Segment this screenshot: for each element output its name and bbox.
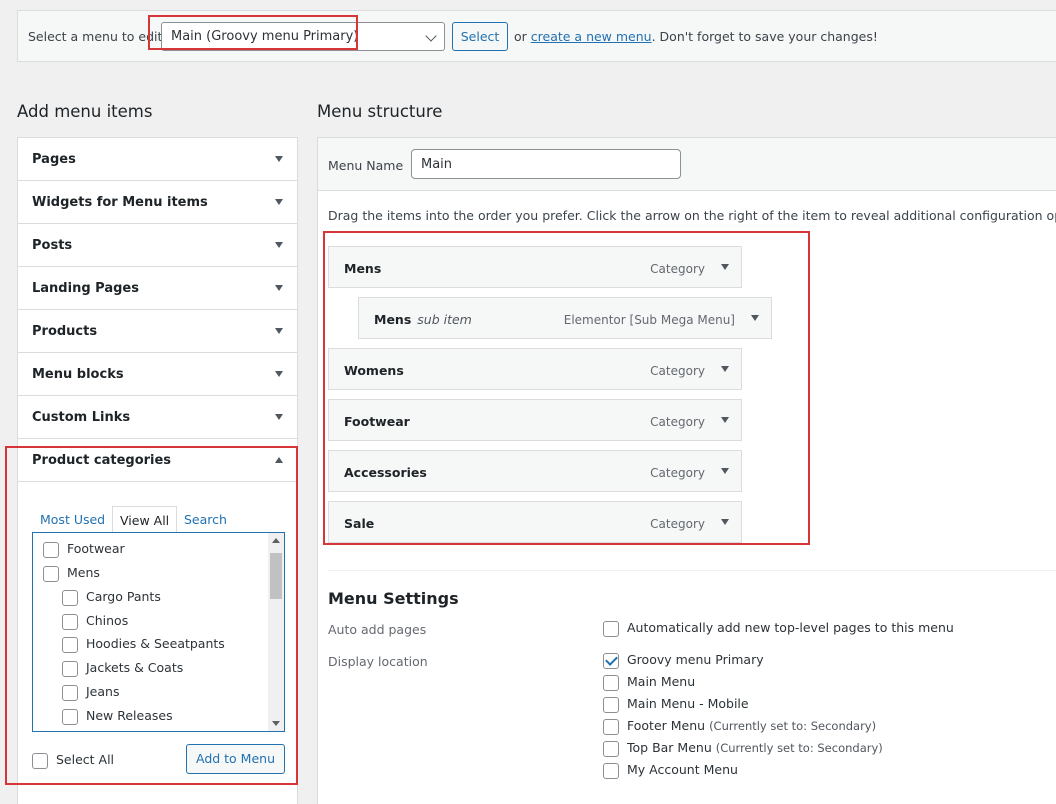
accordion-label: Pages [32, 152, 76, 167]
accordion-pages[interactable]: Pages [18, 138, 297, 181]
caret-down-icon [275, 285, 283, 291]
accordion-label: Widgets for Menu items [32, 195, 208, 210]
location-note: (Currently set to: Secondary) [709, 719, 877, 733]
accordion-widgets[interactable]: Widgets for Menu items [18, 181, 297, 224]
location-checkbox[interactable] [603, 718, 619, 735]
location-option[interactable]: Groovy menu Primary [603, 652, 764, 669]
accordion-label: Posts [32, 238, 73, 253]
location-option[interactable]: Top Bar Menu (Currently set to: Secondar… [603, 740, 883, 757]
menu-settings-title: Menu Settings [328, 589, 459, 608]
accordion-landing-pages[interactable]: Landing Pages [18, 267, 297, 310]
auto-add-option[interactable]: Automatically add new top-level pages to… [603, 620, 954, 637]
highlight-menu-select [148, 15, 358, 50]
location-option[interactable]: Main Menu - Mobile [603, 696, 749, 713]
settings-divider [328, 570, 1056, 571]
location-checkbox[interactable] [603, 762, 619, 779]
caret-down-icon [275, 242, 283, 248]
accordion-label: Menu blocks [32, 367, 124, 382]
location-option[interactable]: Footer Menu (Currently set to: Secondary… [603, 718, 876, 735]
accordion-label: Custom Links [32, 410, 131, 425]
accordion-label: Landing Pages [32, 281, 139, 296]
auto-add-option-label: Automatically add new top-level pages to… [627, 620, 954, 635]
menu-name-input[interactable]: Main [411, 149, 681, 179]
accordion-label: Products [32, 324, 98, 339]
caret-down-icon [275, 414, 283, 420]
location-checkbox[interactable] [603, 674, 619, 691]
highlight-product-categories [5, 446, 298, 785]
accordion-products[interactable]: Products [18, 310, 297, 353]
location-label: Main Menu - Mobile [627, 696, 749, 711]
location-note: (Currently set to: Secondary) [715, 741, 883, 755]
chevron-down-icon [425, 30, 437, 42]
or-text: or [514, 29, 527, 44]
create-menu-link[interactable]: create a new menu [531, 29, 652, 44]
location-checkbox[interactable] [603, 740, 619, 757]
accordion-custom-links[interactable]: Custom Links [18, 396, 297, 439]
auto-add-checkbox[interactable] [603, 620, 619, 637]
caret-down-icon [275, 156, 283, 162]
accordion-menu-blocks[interactable]: Menu blocks [18, 353, 297, 396]
location-checkbox[interactable] [603, 652, 619, 669]
location-option[interactable]: Main Menu [603, 674, 695, 691]
caret-down-icon [275, 328, 283, 334]
location-label: Footer Menu [627, 718, 706, 733]
highlight-menu-structure [323, 231, 810, 545]
menu-name-bar: Menu Name Main [318, 138, 1056, 191]
location-label: Main Menu [627, 674, 696, 689]
menu-instructions: Drag the items into the order you prefer… [328, 208, 1056, 223]
location-label: My Account Menu [627, 762, 738, 777]
select-button[interactable]: Select [452, 22, 508, 51]
location-option[interactable]: My Account Menu [603, 762, 738, 779]
location-label: Top Bar Menu [627, 740, 712, 755]
location-label: Groovy menu Primary [627, 652, 764, 667]
location-checkbox[interactable] [603, 696, 619, 713]
menu-name-label: Menu Name [328, 158, 404, 173]
select-menu-label: Select a menu to edit: [28, 29, 167, 44]
caret-down-icon [275, 371, 283, 377]
accordion-posts[interactable]: Posts [18, 224, 297, 267]
auto-add-label: Auto add pages [328, 622, 427, 637]
menu-structure-heading: Menu structure [317, 102, 443, 121]
create-menu-text: or create a new menu. Don't forget to sa… [514, 29, 878, 44]
add-menu-items-heading: Add menu items [17, 102, 153, 121]
caret-down-icon [275, 199, 283, 205]
display-location-label: Display location [328, 654, 428, 669]
save-reminder-text: . Don't forget to save your changes! [651, 29, 878, 44]
